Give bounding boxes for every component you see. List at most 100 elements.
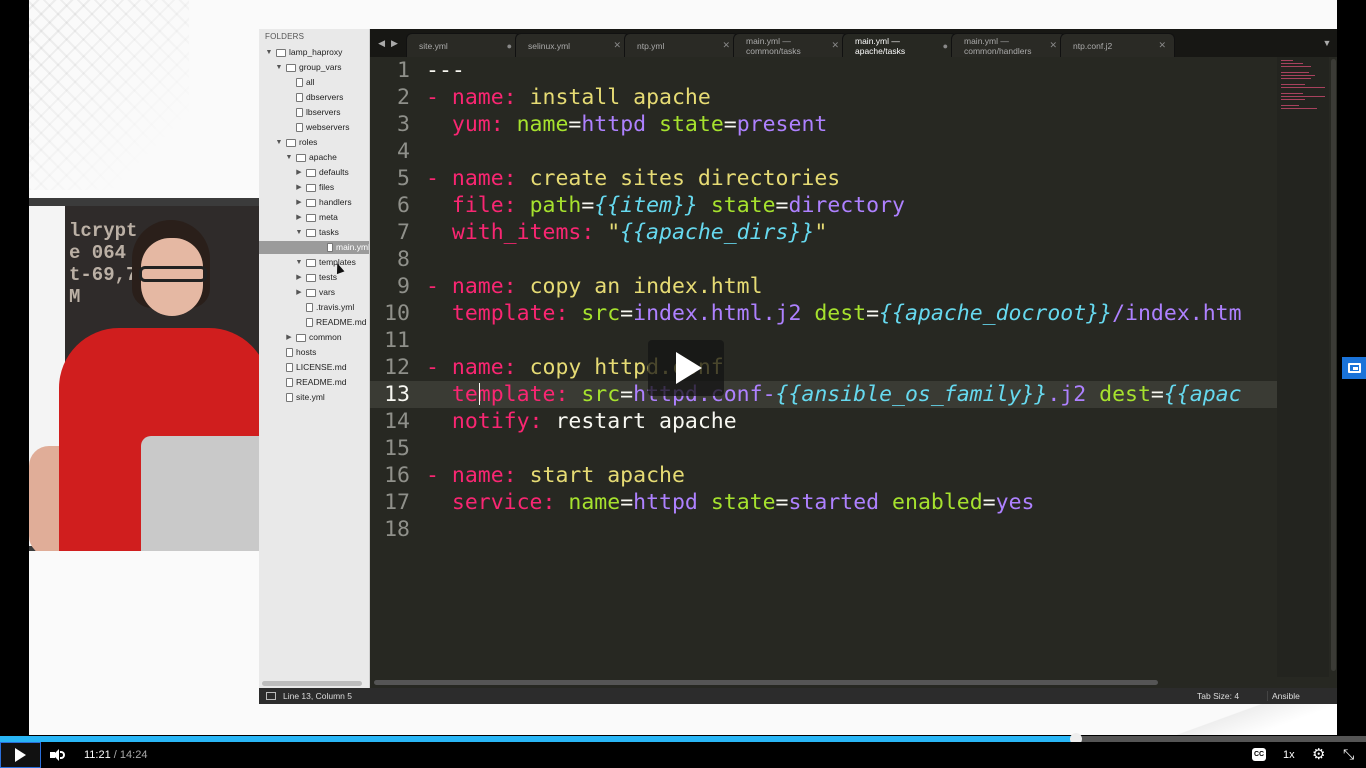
code-line[interactable]: 7 with_items: "{{apache_dirs}}": [370, 219, 1277, 246]
folder-icon: [296, 333, 306, 342]
tree-item[interactable]: ▶ common: [285, 331, 341, 344]
code-line[interactable]: 16- name: start apache: [370, 462, 1277, 489]
collapse-arrow-icon[interactable]: ▶: [295, 211, 303, 224]
tree-item[interactable]: .travis.yml: [295, 301, 354, 314]
play-overlay-button[interactable]: [648, 340, 724, 396]
tree-item[interactable]: README.md: [295, 316, 367, 329]
volume-icon[interactable]: [50, 748, 66, 762]
tree-item[interactable]: site.yml: [275, 391, 325, 404]
collapse-arrow-icon[interactable]: ▶: [295, 286, 303, 299]
tree-item[interactable]: ▼ apache: [285, 151, 337, 164]
code-line[interactable]: 4: [370, 138, 1277, 165]
collapse-arrow-icon[interactable]: ▶: [295, 271, 303, 284]
expand-arrow-icon[interactable]: ▼: [275, 136, 283, 149]
tab-size[interactable]: Tab Size: 4: [1197, 691, 1267, 701]
playback-speed-button[interactable]: 1x: [1283, 749, 1295, 761]
expand-arrow-icon[interactable]: ▼: [285, 151, 293, 164]
line-number: 12: [384, 355, 410, 380]
tree-item[interactable]: ▶ tests: [295, 271, 337, 284]
editor-tab[interactable]: site.yml ●: [406, 33, 521, 57]
tree-item[interactable]: ▼ tasks: [295, 226, 339, 239]
panel-toggle-icon[interactable]: [266, 692, 276, 700]
code-area[interactable]: 1 --- 2- name: install apache 3 yum: name=h…: [370, 57, 1277, 677]
tree-item[interactable]: ▶ meta: [295, 211, 338, 224]
unsaved-dot-icon[interactable]: ●: [943, 41, 948, 51]
code-line[interactable]: 8: [370, 246, 1277, 273]
tree-item[interactable]: main.yml: [259, 241, 369, 254]
code-line[interactable]: 12- name: copy httpd.conf: [370, 354, 1277, 381]
file-icon: [286, 378, 293, 387]
code-line[interactable]: 18: [370, 516, 1277, 543]
tree-item[interactable]: ▼ roles: [275, 136, 318, 149]
play-button[interactable]: [0, 742, 41, 768]
tab-nav[interactable]: ◀ ▶: [370, 29, 406, 57]
collapse-arrow-icon[interactable]: ▶: [295, 196, 303, 209]
code-token: =: [775, 193, 789, 218]
code-line[interactable]: 2- name: install apache: [370, 84, 1277, 111]
close-icon[interactable]: ✕: [722, 40, 730, 51]
editor-tab[interactable]: selinux.yml ✕: [515, 33, 630, 57]
tab-prev-icon[interactable]: ◀: [378, 38, 385, 49]
tree-item[interactable]: dbservers: [285, 91, 343, 104]
collapse-arrow-icon[interactable]: ▶: [295, 166, 303, 179]
vertical-scrollbar[interactable]: [1331, 59, 1336, 671]
tree-item[interactable]: ▶ vars: [295, 286, 335, 299]
tree-item[interactable]: LICENSE.md: [275, 361, 347, 374]
tree-item[interactable]: webservers: [285, 121, 349, 134]
collapse-arrow-icon[interactable]: ▶: [285, 331, 293, 344]
tree-item[interactable]: ▶ files: [295, 181, 334, 194]
code-token: src: [568, 301, 621, 326]
close-icon[interactable]: ✕: [831, 40, 839, 51]
tree-item[interactable]: lbservers: [285, 106, 340, 119]
close-icon[interactable]: ✕: [1158, 40, 1166, 51]
code-line[interactable]: 6 file: path={{item}} state=directory: [370, 192, 1277, 219]
tab-next-icon[interactable]: ▶: [391, 38, 398, 49]
tree-item-label: defaults: [319, 167, 349, 177]
picture-in-picture-button[interactable]: [1342, 357, 1366, 379]
unsaved-dot-icon[interactable]: ●: [507, 41, 512, 51]
code-editor[interactable]: ◀ ▶ site.yml ● selinux.yml ✕ ntp.yml ✕ main.ym…: [370, 29, 1337, 688]
tree-item[interactable]: ▼ templates: [295, 256, 356, 269]
code-line[interactable]: 3 yum: name=httpd state=present: [370, 111, 1277, 138]
tree-item[interactable]: all: [285, 76, 315, 89]
code-line[interactable]: 5- name: create sites directories: [370, 165, 1277, 192]
collapse-arrow-icon[interactable]: ▶: [295, 181, 303, 194]
editor-tab[interactable]: main.yml — common/handlers ✕: [951, 33, 1066, 57]
close-icon[interactable]: ✕: [613, 40, 621, 51]
sidebar-scrollbar[interactable]: [262, 681, 362, 686]
code-line[interactable]: 15: [370, 435, 1277, 462]
tree-item[interactable]: README.md: [275, 376, 347, 389]
expand-arrow-icon[interactable]: ▼: [295, 256, 303, 269]
tree-item[interactable]: ▼ group_vars: [275, 61, 342, 74]
expand-arrow-icon[interactable]: ▼: [265, 46, 273, 59]
code-line[interactable]: 9- name: copy an index.html: [370, 273, 1277, 300]
tree-item[interactable]: ▶ handlers: [295, 196, 351, 209]
tree-item[interactable]: ▼ lamp_haproxy: [265, 46, 343, 59]
tree-item-label: apache: [309, 152, 337, 162]
expand-arrow-icon[interactable]: ▼: [295, 226, 303, 239]
closed-captions-button[interactable]: CC: [1252, 748, 1266, 761]
close-icon[interactable]: ✕: [1049, 40, 1057, 51]
code-line[interactable]: 11: [370, 327, 1277, 354]
gear-icon[interactable]: ⚙: [1312, 747, 1325, 762]
code-line[interactable]: 17 service: name=httpd state=started ena…: [370, 489, 1277, 516]
tree-item[interactable]: ▶ defaults: [295, 166, 349, 179]
code-line[interactable]: 14 notify: restart apache: [370, 408, 1277, 435]
minimap[interactable]: [1277, 57, 1329, 677]
code-line[interactable]: 13 template: src=httpd.conf-{{ansible_os…: [370, 381, 1277, 408]
expand-arrow-icon[interactable]: ▼: [275, 61, 283, 74]
syntax-mode[interactable]: Ansible: [1267, 691, 1337, 701]
slide-pattern: [29, 0, 189, 190]
editor-tab[interactable]: ntp.conf.j2 ✕: [1060, 33, 1175, 57]
horizontal-scrollbar[interactable]: [374, 680, 1158, 685]
editor-tab[interactable]: ntp.yml ✕: [624, 33, 739, 57]
editor-tab[interactable]: main.yml — common/tasks ✕: [733, 33, 848, 57]
tree-item[interactable]: hosts: [275, 346, 316, 359]
tab-overflow-icon[interactable]: ▼: [1317, 29, 1337, 57]
code-token: ": [594, 220, 621, 245]
code-token: dest: [1086, 382, 1151, 407]
code-line[interactable]: 10 template: src=index.html.j2 dest={{ap…: [370, 300, 1277, 327]
code-line[interactable]: 1 ---: [370, 57, 1277, 84]
editor-tab[interactable]: main.yml — apache/tasks ●: [842, 33, 957, 57]
fullscreen-exit-icon[interactable]: ⤡: [1343, 747, 1354, 762]
